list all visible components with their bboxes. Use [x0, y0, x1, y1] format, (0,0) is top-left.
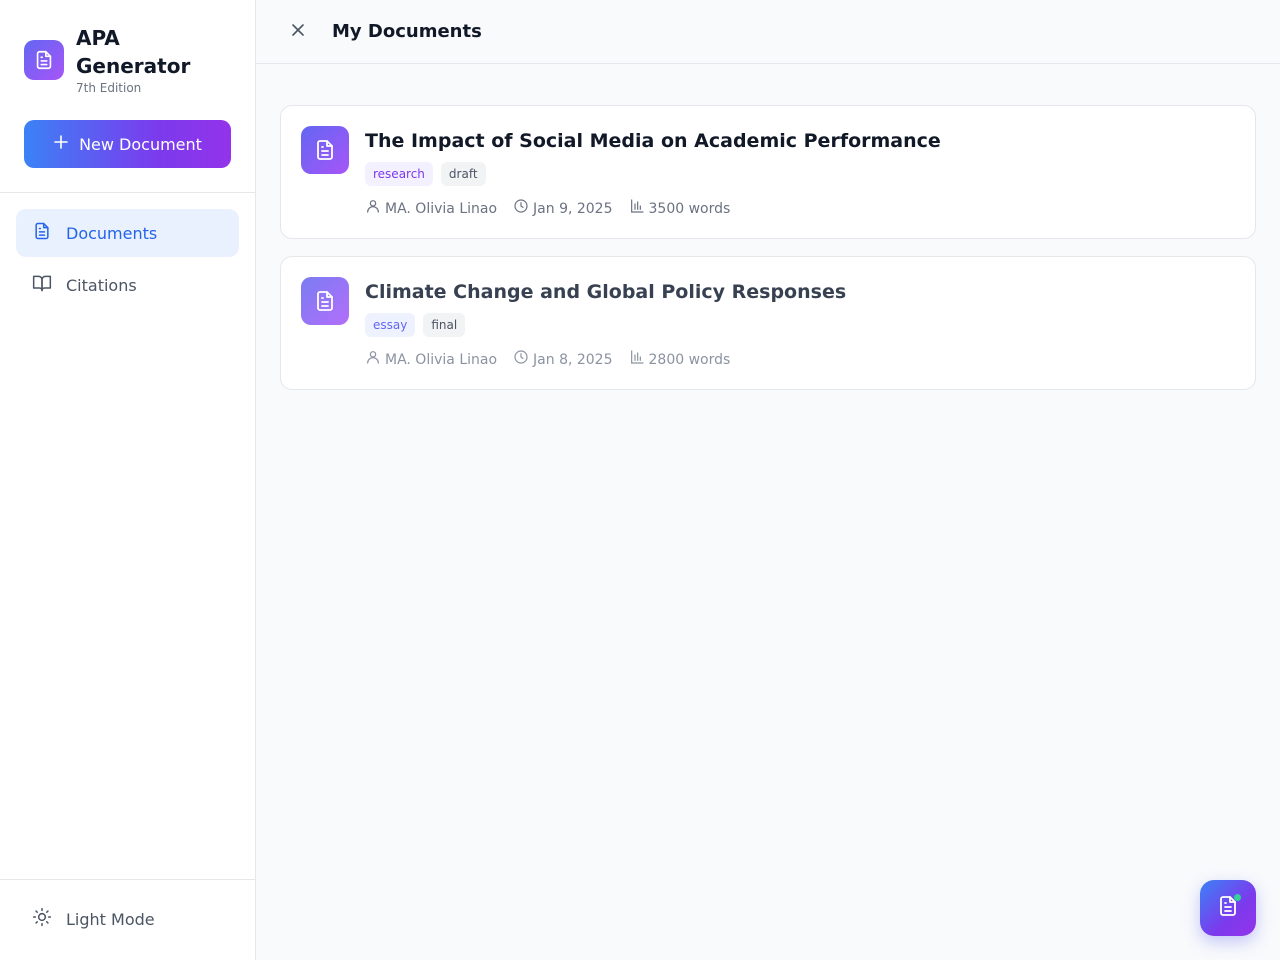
tag-list: research draft [365, 162, 486, 186]
document-title: The Impact of Social Media on Academic P… [365, 130, 941, 152]
sidebar-divider [0, 879, 255, 880]
tag: research [365, 162, 433, 186]
document-word-count: 2800 words [648, 352, 731, 368]
document-date: Jan 9, 2025 [533, 201, 613, 217]
plus-icon [53, 134, 69, 154]
app-edition: 7th Edition [76, 81, 142, 95]
sidebar-item-label: Documents [66, 223, 158, 243]
sidebar: APA Generator 7th Edition New Document D… [0, 0, 256, 960]
tag: final [423, 313, 466, 337]
sidebar-item-citations[interactable]: Citations [16, 261, 239, 309]
app-title: APA Generator [76, 26, 191, 78]
document-meta: MA. Olivia Linao Jan 9, 2025 3500 words [365, 198, 730, 220]
user-icon [365, 349, 381, 371]
bar-chart-icon [629, 198, 645, 220]
document-icon [32, 221, 52, 245]
bar-chart-icon [629, 349, 645, 371]
document-icon [24, 40, 64, 80]
document-card[interactable]: The Impact of Social Media on Academic P… [280, 105, 1256, 239]
document-icon [301, 277, 349, 325]
clock-icon [513, 349, 529, 371]
theme-toggle[interactable]: Light Mode [16, 895, 239, 943]
sidebar-item-documents[interactable]: Documents [16, 209, 239, 257]
brand: APA Generator 7th Edition [24, 24, 216, 96]
status-dot [1234, 894, 1241, 901]
theme-toggle-label: Light Mode [66, 909, 155, 929]
document-meta: MA. Olivia Linao Jan 8, 2025 2800 words [365, 349, 730, 371]
document-title: Climate Change and Global Policy Respons… [365, 281, 847, 303]
new-document-label: New Document [79, 134, 202, 154]
document-author: MA. Olivia Linao [385, 201, 498, 217]
clock-icon [513, 198, 529, 220]
page-title: My Documents [332, 21, 482, 42]
document-card[interactable]: Climate Change and Global Policy Respons… [280, 256, 1256, 390]
tag: essay [365, 313, 416, 337]
close-icon [290, 22, 306, 42]
top-bar: My Documents [256, 0, 1280, 64]
close-button[interactable] [286, 20, 310, 44]
tag-list: essay final [365, 313, 466, 337]
floating-document-button[interactable] [1200, 880, 1256, 936]
tag: draft [440, 162, 486, 186]
sun-icon [32, 907, 52, 931]
document-author: MA. Olivia Linao [385, 352, 498, 368]
document-word-count: 3500 words [648, 201, 731, 217]
document-date: Jan 8, 2025 [533, 352, 613, 368]
user-icon [365, 198, 381, 220]
new-document-button[interactable]: New Document [24, 120, 231, 168]
sidebar-divider [0, 192, 255, 193]
sidebar-item-label: Citations [66, 275, 137, 295]
book-open-icon [32, 273, 52, 297]
document-icon [301, 126, 349, 174]
